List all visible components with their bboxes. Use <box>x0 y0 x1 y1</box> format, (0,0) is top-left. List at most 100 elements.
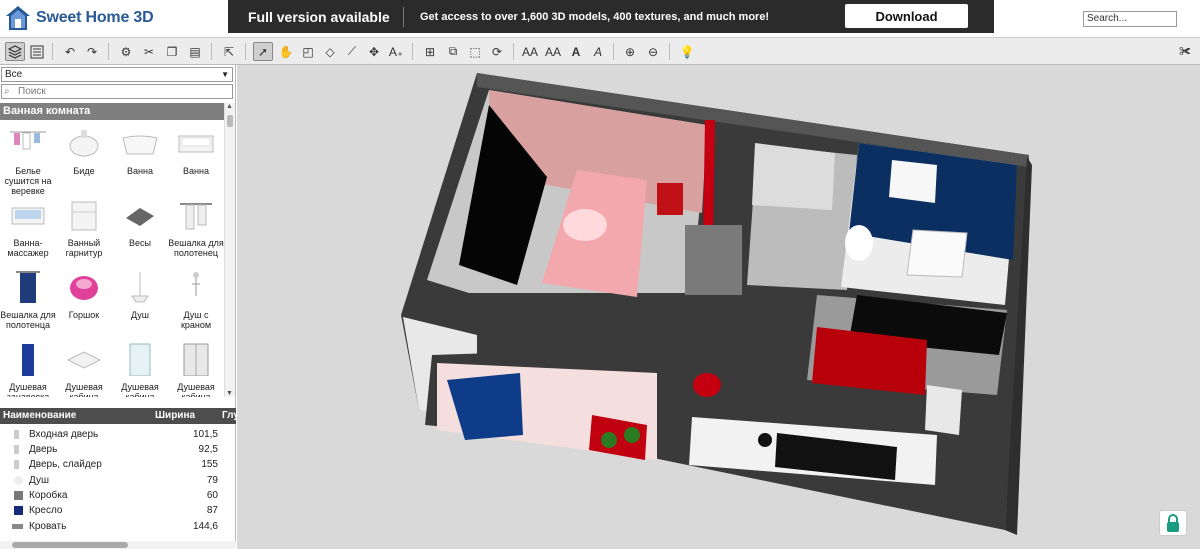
scroll-down-icon[interactable]: ▼ <box>226 390 233 397</box>
lock-base-plan-icon[interactable] <box>1159 510 1187 536</box>
catalog-item[interactable]: Душевая кабина <box>56 337 112 397</box>
catalog-item[interactable]: Душевая кабина <box>168 337 224 397</box>
table-row[interactable]: Дверь, слайдер 155 <box>0 457 236 472</box>
create-photo-icon[interactable]: 💡 <box>677 42 697 61</box>
group-icon[interactable]: ⧉ <box>443 42 463 61</box>
catalog-item[interactable]: Душевая занавеска <box>0 337 56 397</box>
create-rooms-icon[interactable]: ◇ <box>320 42 340 61</box>
catalog-item-label: Душевая кабина <box>65 382 103 397</box>
catalog-item[interactable]: Вешалка для полотенца <box>0 265 56 337</box>
catalog-item[interactable]: Весы <box>112 193 168 265</box>
plant <box>601 432 617 448</box>
app-logo[interactable]: Sweet Home 3D <box>4 3 154 33</box>
top-bar: Sweet Home 3D Full version available Get… <box>0 0 1200 37</box>
table-row[interactable]: Кровать 144,6 <box>0 519 236 534</box>
zoom-out-icon[interactable]: ⊖ <box>643 42 663 61</box>
redo-icon[interactable]: ↷ <box>82 42 102 61</box>
catalog-search-input[interactable]: ⌕ Поиск <box>1 84 233 99</box>
create-polylines-icon[interactable]: ⟋ <box>342 42 362 61</box>
undo-icon[interactable]: ↶ <box>60 42 80 61</box>
towel-rack-thumbnail <box>174 195 218 235</box>
bed-icon <box>12 524 23 529</box>
door-icon <box>14 445 19 454</box>
table-row[interactable]: Кресло 87 <box>0 503 236 518</box>
catalog-item-label: Ванна <box>127 166 153 176</box>
select-mode-icon[interactable]: ➚ <box>253 42 273 61</box>
catalog-scrollbar[interactable]: ▲ ▼ <box>224 103 235 397</box>
row-name: Входная дверь <box>29 429 99 440</box>
catalog-item-label: Ванна-массажер <box>7 238 49 258</box>
catalog-item[interactable]: Душевая кабина <box>112 337 168 397</box>
catalog-item-label: Вешалка для полотенец <box>168 238 224 258</box>
toilet <box>845 225 873 261</box>
toolbar-separator <box>52 43 53 60</box>
furniture-list-icon[interactable] <box>27 42 47 61</box>
column-header-name[interactable]: Наименование <box>3 408 76 424</box>
promo-banner: Full version available Get access to ove… <box>228 0 994 33</box>
toolbar-separator <box>669 43 670 60</box>
scroll-up-icon[interactable]: ▲ <box>226 103 233 110</box>
cut-icon[interactable]: ✂ <box>139 42 159 61</box>
copy-icon[interactable]: ❐ <box>162 42 182 61</box>
catalog-item[interactable]: Белье сушится на веревке <box>0 121 56 196</box>
table-horizontal-scrollbar[interactable] <box>0 541 236 549</box>
italic-text-icon[interactable]: A <box>588 42 608 61</box>
row-width: 101,5 <box>192 429 218 440</box>
paste-icon[interactable]: ▤ <box>185 42 205 61</box>
3d-view[interactable] <box>237 65 1200 549</box>
cooktop-burner <box>758 433 772 447</box>
import-furniture-icon[interactable]: ⊞ <box>420 42 440 61</box>
catalog-item[interactable]: Горшок <box>56 265 112 337</box>
row-name: Кресло <box>29 505 63 516</box>
create-dimensions-icon[interactable]: ✥ <box>364 42 384 61</box>
catalog-item-label: Горшок <box>68 310 100 320</box>
catalog-item-label: Белье сушится на веревке <box>4 166 52 196</box>
copy-style-icon[interactable]: ⚙ <box>116 42 136 61</box>
catalog-item[interactable]: Вешалка для полотенец <box>168 193 224 265</box>
catalog-item[interactable]: Душ с краном <box>168 265 224 337</box>
toolbar-separator <box>613 43 614 60</box>
add-furniture-icon[interactable]: ⇱ <box>219 42 239 61</box>
add-text-icon[interactable]: A₊ <box>386 42 406 61</box>
table-row[interactable]: Входная дверь 101,5 <box>0 427 236 442</box>
rotate-icon[interactable]: ⟳ <box>487 42 507 61</box>
catalog-item[interactable]: Ванный гарнитур <box>56 193 112 265</box>
row-name: Дверь, слайдер <box>29 459 102 470</box>
catalog-item[interactable]: Ванна <box>168 121 224 193</box>
table-row[interactable]: Дверь 92,5 <box>0 442 236 457</box>
clothesline-thumbnail <box>6 123 50 163</box>
catalog-item[interactable]: Душ <box>112 265 168 337</box>
shower-thumbnail <box>118 267 162 307</box>
catalog-item[interactable]: Ванна-массажер <box>0 193 56 265</box>
armchair-icon <box>14 506 23 515</box>
row-width: 92,5 <box>198 444 218 455</box>
catalog-item[interactable]: Биде <box>56 121 112 193</box>
pan-mode-icon[interactable]: ✋ <box>276 42 296 61</box>
decrease-text-icon[interactable]: AA <box>543 42 563 61</box>
catalog-item-label: Вешалка для полотенца <box>0 310 56 330</box>
toolbar-separator <box>108 43 109 60</box>
toolbar-separator <box>412 43 413 60</box>
create-walls-icon[interactable]: ◰ <box>298 42 318 61</box>
ungroup-icon[interactable]: ⬚ <box>465 42 485 61</box>
category-select[interactable]: Все ▼ <box>1 67 233 82</box>
row-name: Душ <box>29 475 50 486</box>
scrollbar-thumb[interactable] <box>12 542 128 548</box>
catalog-item[interactable]: Ванна <box>112 121 168 193</box>
scrollbar-thumb[interactable] <box>227 115 233 127</box>
shower-cabin-thumbnail <box>62 339 106 379</box>
row-name: Коробка <box>29 490 68 501</box>
zoom-in-icon[interactable]: ⊕ <box>620 42 640 61</box>
catalog-view-icon[interactable] <box>5 42 25 61</box>
increase-text-icon[interactable]: AA <box>520 42 540 61</box>
column-header-width[interactable]: Ширина <box>155 408 195 424</box>
preferences-icon[interactable]: ✀ <box>1175 42 1195 61</box>
search-input[interactable]: Search... <box>1083 11 1177 27</box>
plant <box>624 427 640 443</box>
table-row[interactable]: Душ 79 <box>0 473 236 488</box>
download-button[interactable]: Download <box>845 4 968 28</box>
table-row[interactable]: Коробка 60 <box>0 488 236 503</box>
promo-text: Get access to over 1,600 3D models, 400 … <box>420 10 770 23</box>
bold-text-icon[interactable]: A <box>566 42 586 61</box>
red-divider-wall <box>703 120 715 240</box>
